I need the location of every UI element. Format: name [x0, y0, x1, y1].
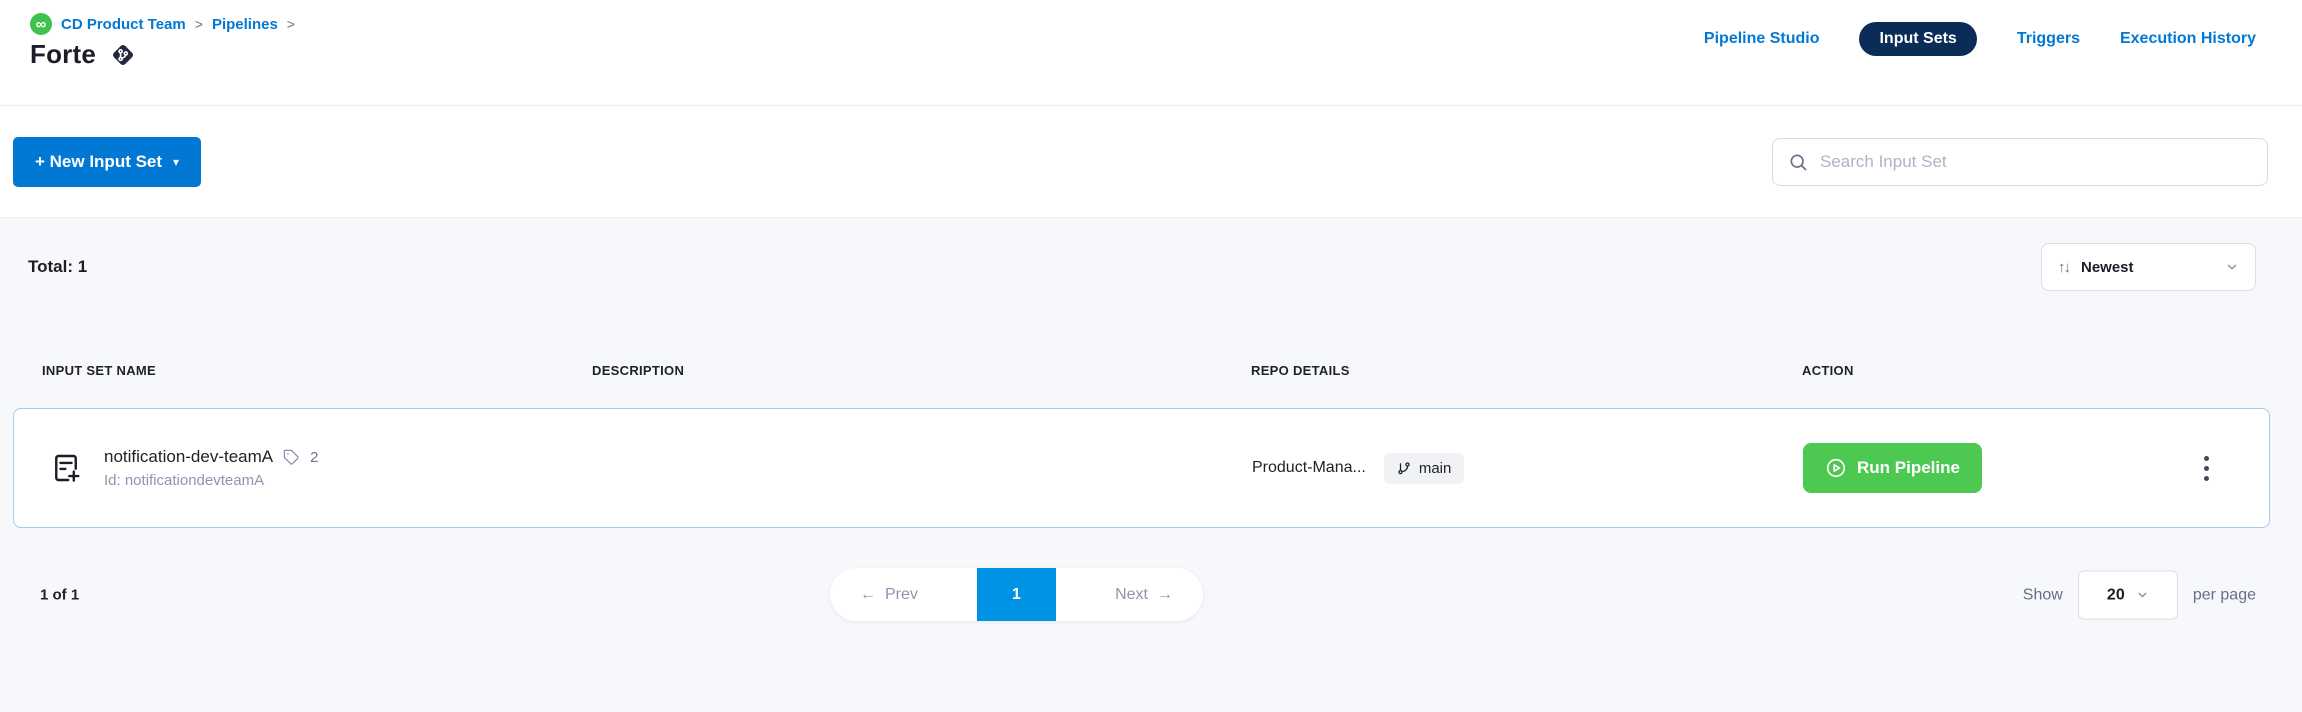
new-input-set-button[interactable]: + New Input Set ▾: [13, 137, 201, 187]
chevron-down-icon: [2136, 589, 2149, 602]
search-input[interactable]: [1820, 152, 2252, 172]
play-circle-icon: [1825, 457, 1847, 479]
per-page-label: per page: [2193, 586, 2256, 604]
page-header: ∞ CD Product Team > Pipelines > Forte: [0, 0, 2302, 106]
pagination: 1 of 1 ← Prev 1 Next → Show 20: [0, 568, 2302, 622]
breadcrumb-link-pipelines[interactable]: Pipelines: [212, 16, 278, 33]
run-pipeline-button[interactable]: Run Pipeline: [1803, 443, 1982, 493]
page-size-control: Show 20 per page: [2023, 571, 2256, 620]
search-box[interactable]: [1772, 138, 2268, 186]
tag-count: 2: [310, 449, 318, 466]
input-set-list-section: Total: 1 ↑↓ Newest INPUT SET NAME DESCRI…: [0, 218, 2302, 712]
next-page-button[interactable]: Next →: [1115, 586, 1173, 604]
run-pipeline-label: Run Pipeline: [1857, 458, 1960, 478]
column-header-description: DESCRIPTION: [592, 363, 1251, 378]
branch-name: main: [1419, 460, 1452, 477]
row-options-menu-icon[interactable]: [2196, 448, 2217, 489]
pipeline-tabs: Pipeline Studio Input Sets Triggers Exec…: [1704, 22, 2256, 56]
git-branch-icon: [1397, 461, 1411, 475]
git-repo-icon: [110, 42, 136, 68]
total-count-label: Total: 1: [28, 257, 87, 277]
input-set-name-cell: notification-dev-teamA 2 Id: notificatio…: [48, 447, 1252, 489]
prev-label: Prev: [885, 586, 918, 604]
sort-dropdown[interactable]: ↑↓ Newest: [2041, 243, 2256, 291]
page-title: Forte: [30, 39, 96, 70]
page-range-label: 1 of 1: [40, 587, 79, 604]
tab-pipeline-studio[interactable]: Pipeline Studio: [1704, 30, 1820, 48]
prev-page-button[interactable]: ← Prev: [860, 586, 918, 604]
summary-row: Total: 1 ↑↓ Newest: [0, 218, 2302, 291]
table-row[interactable]: notification-dev-teamA 2 Id: notificatio…: [13, 408, 2270, 528]
sort-selected-value: Newest: [2081, 259, 2213, 276]
current-page-button[interactable]: 1: [977, 568, 1056, 621]
pager: ← Prev 1 Next →: [830, 568, 1203, 621]
action-cell: Run Pipeline: [1803, 409, 2269, 527]
breadcrumb-separator: >: [195, 16, 203, 32]
tag-icon: [283, 449, 300, 466]
input-sets-page: ∞ CD Product Team > Pipelines > Forte: [0, 0, 2302, 712]
sort-arrows-icon: ↑↓: [2058, 259, 2069, 276]
branch-chip: main: [1384, 453, 1465, 484]
page-size-dropdown[interactable]: 20: [2078, 571, 2178, 620]
next-label: Next: [1115, 586, 1148, 604]
input-set-icon: [48, 450, 84, 486]
search-icon: [1788, 152, 1808, 172]
arrow-left-icon: ←: [860, 586, 876, 604]
input-set-name: notification-dev-teamA: [104, 447, 273, 467]
show-label: Show: [2023, 586, 2063, 604]
caret-down-icon: ▾: [173, 156, 179, 168]
input-set-name-block: notification-dev-teamA 2 Id: notificatio…: [104, 447, 318, 489]
arrow-right-icon: →: [1157, 586, 1173, 604]
tab-input-sets[interactable]: Input Sets: [1859, 22, 1976, 56]
tab-triggers[interactable]: Triggers: [2017, 30, 2080, 48]
breadcrumb-link-project[interactable]: CD Product Team: [61, 16, 186, 33]
new-input-set-label: + New Input Set: [35, 152, 162, 172]
page-size-value: 20: [2107, 586, 2125, 604]
toolbar: + New Input Set ▾: [0, 106, 2302, 218]
breadcrumb-separator: >: [287, 16, 295, 32]
tab-execution-history[interactable]: Execution History: [2120, 30, 2256, 48]
repo-details-cell: Product-Mana... main: [1252, 453, 1803, 484]
cd-module-icon: ∞: [30, 13, 52, 35]
column-header-name: INPUT SET NAME: [42, 363, 592, 378]
input-set-id: Id: notificationdevteamA: [104, 472, 318, 489]
repo-name: Product-Mana...: [1252, 459, 1366, 477]
column-header-action: ACTION: [1802, 363, 2302, 378]
column-header-repo-details: REPO DETAILS: [1251, 363, 1802, 378]
table-header-row: INPUT SET NAME DESCRIPTION REPO DETAILS …: [42, 363, 2302, 378]
chevron-down-icon: [2225, 260, 2239, 274]
